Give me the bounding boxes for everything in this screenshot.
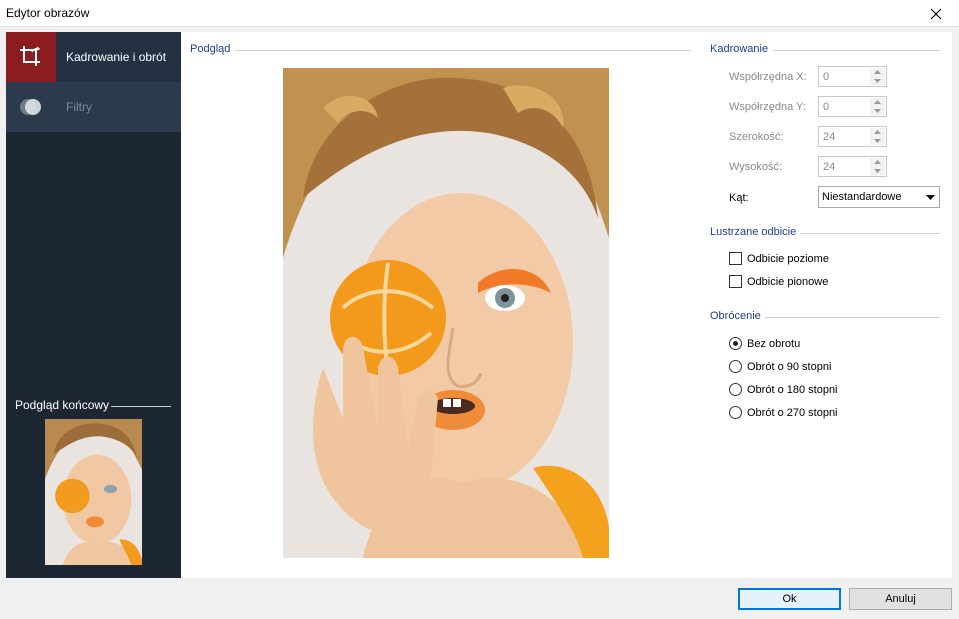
final-preview-label: Podgląd końcowy [15,398,110,412]
divider [800,233,940,234]
spin-down-icon[interactable] [870,106,885,115]
sidebar-item-filters[interactable]: Filtry [6,82,181,132]
rotation-option-none[interactable]: Bez obrotu [729,337,800,350]
rotation-option-180[interactable]: Obrót o 180 stopni [729,383,838,396]
image-preview [283,68,609,558]
rotation-option-90[interactable]: Obrót o 90 stopni [729,360,831,373]
spin-down-icon[interactable] [870,136,885,145]
width-label: Szerokość: [729,131,784,143]
window-title: Edytor obrazów [6,6,90,20]
x-coordinate-label: Współrzędna X: [729,71,807,83]
divider [235,50,691,51]
close-icon [930,8,942,19]
mirror-section-label: Lustrzane odbicie [710,226,797,238]
crop-rotate-icon [6,32,56,82]
flip-vertical-checkbox[interactable]: Odbicie pionowe [729,275,828,288]
divider [111,406,171,407]
spin-down-icon[interactable] [870,76,885,85]
x-coordinate-input[interactable]: 0 [818,66,887,87]
radio-button[interactable] [729,337,742,350]
ok-button[interactable]: Ok [738,588,841,610]
title-bar: Edytor obrazów [0,0,959,27]
height-label: Wysokość: [729,161,783,173]
flip-horizontal-checkbox[interactable]: Odbicie poziome [729,252,829,265]
radio-button[interactable] [729,360,742,373]
divider [765,317,940,318]
sidebar-item-label: Kadrowanie i obrót [66,50,167,64]
radio-button[interactable] [729,406,742,419]
close-button[interactable] [913,0,959,27]
spin-up-icon[interactable] [870,128,885,137]
chevron-down-icon [923,190,937,204]
checkbox-box[interactable] [729,252,742,265]
crop-section-label: Kadrowanie [710,43,769,55]
sidebar: Kadrowanie i obrót Filtry Podgląd końcow… [6,32,181,578]
height-input[interactable]: 24 [818,156,887,177]
main-panel: Podgląd Kadrowanie Współrzędna X: 0 Wspó… [181,32,952,578]
spin-down-icon[interactable] [870,166,885,175]
angle-label: Kąt: [729,192,749,204]
rotation-section-label: Obrócenie [710,310,761,322]
y-coordinate-label: Współrzędna Y: [729,101,806,113]
cancel-button[interactable]: Anuluj [849,588,952,610]
spin-up-icon[interactable] [870,68,885,77]
spin-up-icon[interactable] [870,158,885,167]
sidebar-item-label: Filtry [66,100,92,114]
angle-select[interactable]: Niestandardowe [818,186,940,208]
preview-section-label: Podgląd [190,43,231,55]
final-preview-thumbnail [45,419,142,565]
checkbox-box[interactable] [729,275,742,288]
sidebar-item-crop-rotate[interactable]: Kadrowanie i obrót [6,32,181,82]
spin-up-icon[interactable] [870,98,885,107]
radio-button[interactable] [729,383,742,396]
width-input[interactable]: 24 [818,126,887,147]
y-coordinate-input[interactable]: 0 [818,96,887,117]
divider [773,50,940,51]
rotation-option-270[interactable]: Obrót o 270 stopni [729,406,838,419]
filters-icon [6,82,56,132]
